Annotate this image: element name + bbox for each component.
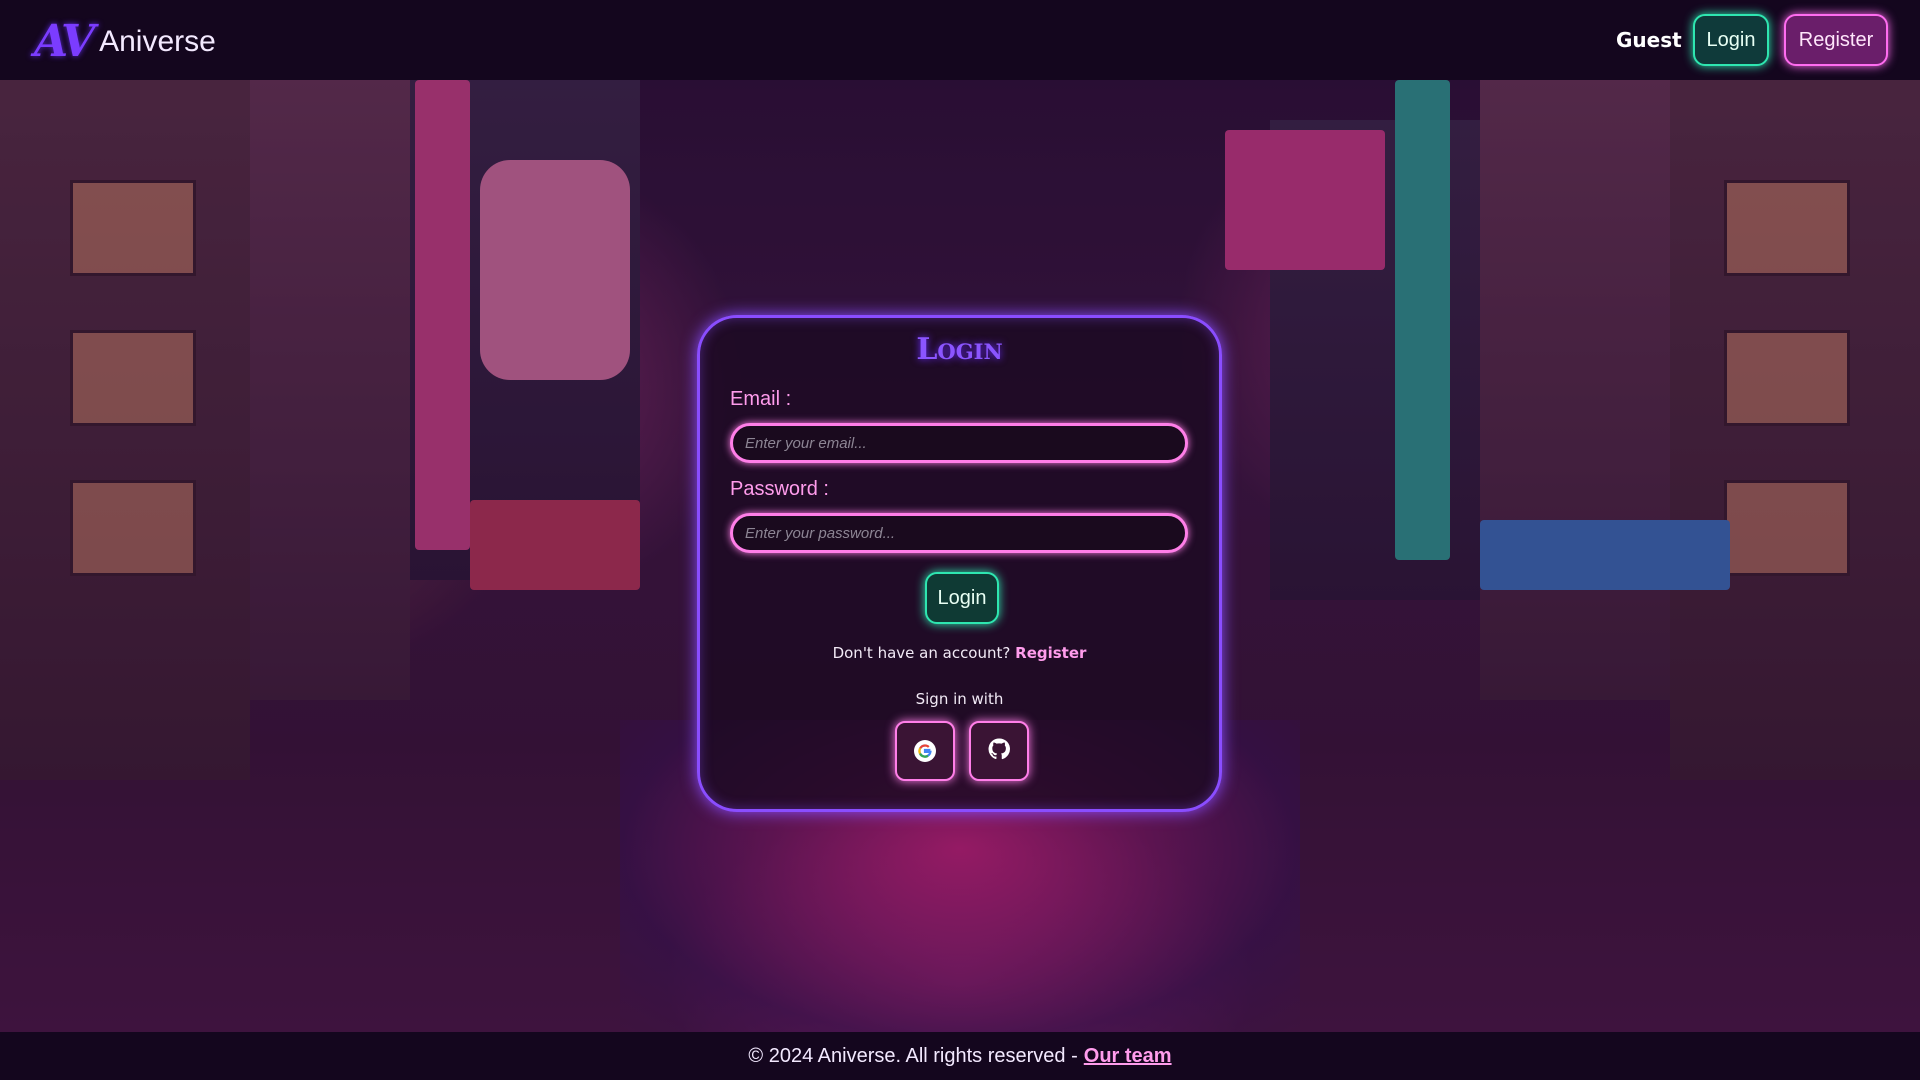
password-field[interactable] (730, 513, 1188, 553)
no-account-text: Don't have an account? (832, 644, 1011, 662)
user-status-label: Guest (1616, 28, 1682, 52)
brand-logo[interactable]: AV Aniverse (34, 16, 216, 67)
our-team-link[interactable]: Our team (1084, 1045, 1172, 1068)
register-link[interactable]: Register (1015, 644, 1086, 662)
google-icon (914, 740, 936, 762)
login-title: Login (916, 332, 1003, 367)
github-icon (988, 738, 1010, 764)
sign-in-with-label: Sign in with (915, 690, 1004, 708)
register-prompt: Don't have an account? Register (700, 644, 1219, 662)
login-submit-button[interactable]: Login (925, 572, 999, 624)
logo-text: Aniverse (99, 24, 216, 58)
password-label: Password : (730, 478, 829, 500)
email-field[interactable] (730, 423, 1188, 463)
login-card: Login Email : Password : Login Don't hav… (697, 315, 1222, 812)
nav-login-button[interactable]: Login (1693, 14, 1769, 66)
logo-mark-icon: AV (34, 16, 95, 67)
top-navbar: AV Aniverse Guest Login Register (0, 0, 1920, 80)
github-signin-button[interactable] (969, 721, 1029, 781)
email-label: Email : (730, 388, 792, 410)
google-signin-button[interactable] (895, 721, 955, 781)
page-footer: © 2024 Aniverse. All rights reserved - O… (0, 1032, 1920, 1080)
nav-register-button[interactable]: Register (1784, 14, 1888, 66)
copyright-text: © 2024 Aniverse. All rights reserved - (748, 1044, 1078, 1067)
